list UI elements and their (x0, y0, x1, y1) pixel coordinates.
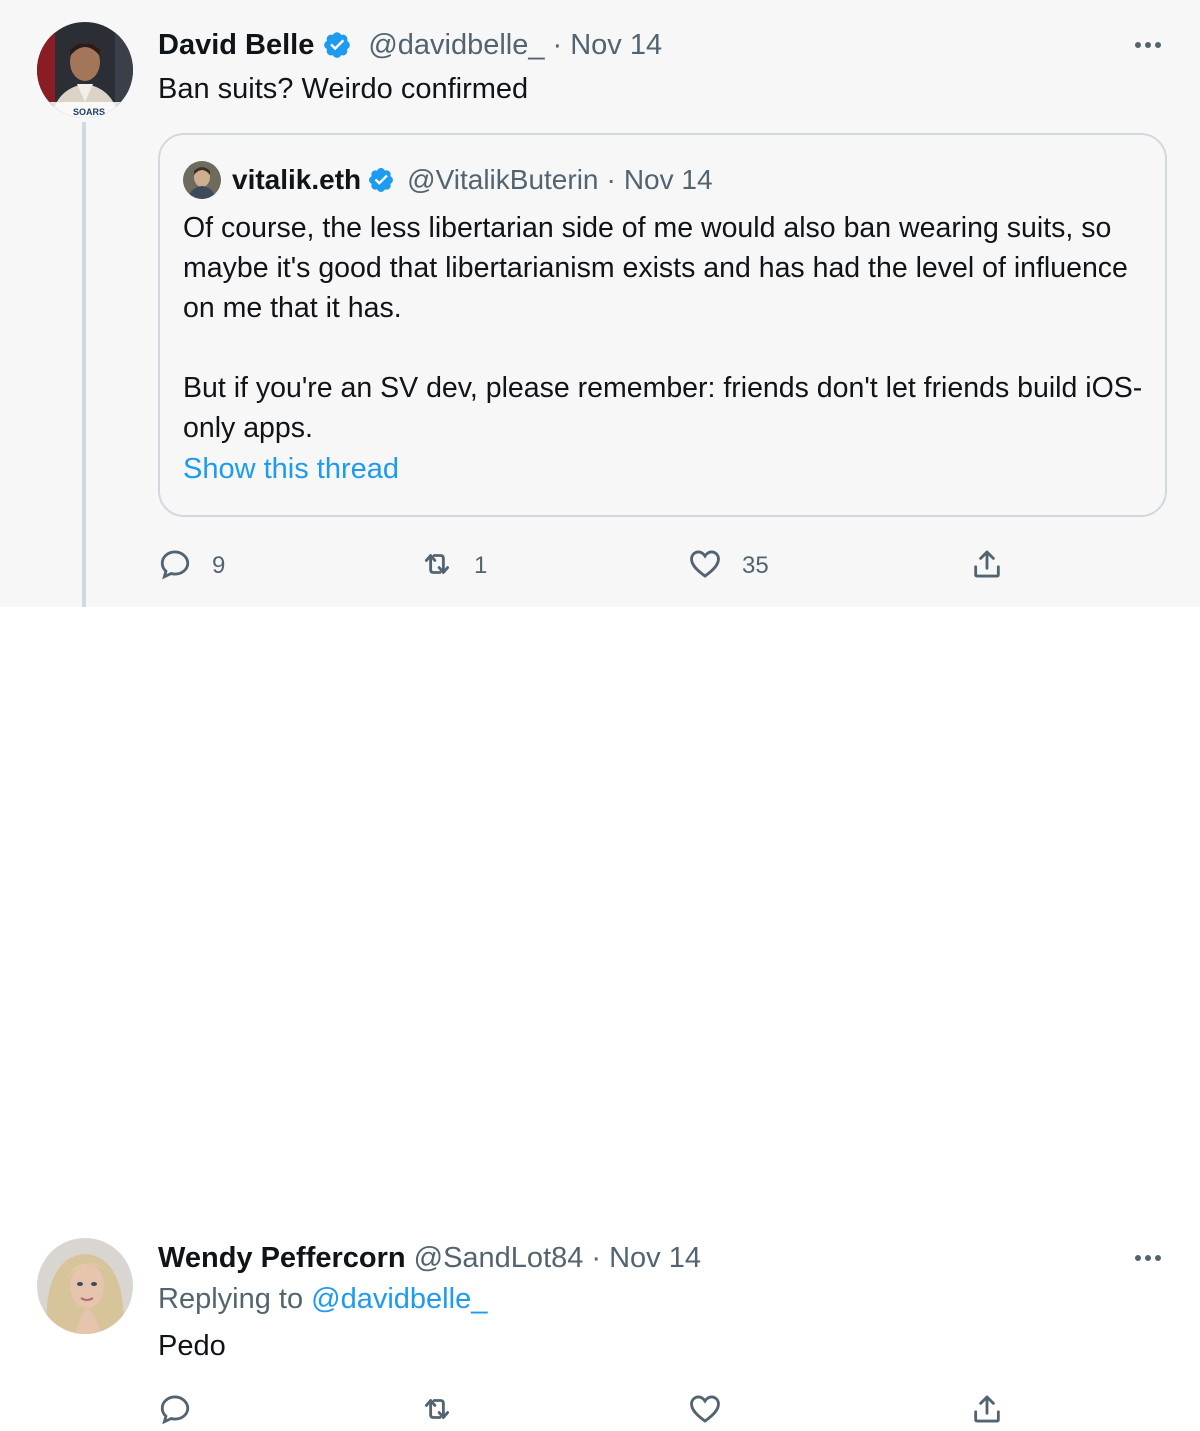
avatar-vitalik[interactable] (183, 161, 221, 199)
separator-dot: · (552, 28, 563, 61)
tweet-date[interactable]: Nov 14 (609, 1242, 701, 1275)
reply-button[interactable]: 9 (158, 546, 225, 586)
show-thread-link[interactable]: Show this thread (183, 453, 399, 486)
retweet-count: 1 (474, 552, 488, 579)
verified-badge-icon (322, 30, 352, 60)
author-name[interactable]: Wendy Peffercorn (158, 1242, 406, 1275)
share-icon (970, 1392, 1004, 1431)
share-icon (970, 547, 1004, 586)
quote-text: Of course, the less libertarian side of … (183, 212, 1143, 444)
replying-to: Replying to @davidbelle_ (158, 1283, 487, 1316)
share-button[interactable] (970, 1391, 1004, 1431)
retweet-button[interactable] (420, 1391, 454, 1431)
quote-date[interactable]: Nov 14 (624, 164, 713, 196)
verified-badge-icon (367, 166, 395, 194)
like-icon (688, 547, 722, 586)
tweet-text: Pedo (158, 1330, 226, 1362)
tweet-date[interactable]: Nov 14 (570, 29, 662, 62)
tweet-david-belle[interactable]: SOARS David Belle @davidbelle_ · Nov 14 … (0, 0, 1200, 622)
separator-dot: · (591, 1241, 602, 1274)
replying-to-mention[interactable]: @davidbelle_ (311, 1283, 487, 1315)
share-button[interactable] (970, 546, 1004, 586)
retweet-icon (420, 1392, 454, 1431)
like-button[interactable]: 35 (688, 546, 769, 586)
avatar-caption: SOARS (73, 107, 105, 117)
retweet-button[interactable]: 1 (420, 546, 487, 586)
quote-author-name[interactable]: vitalik.eth (232, 164, 361, 196)
reply-button[interactable] (158, 1391, 192, 1431)
reply-count: 9 (212, 552, 226, 579)
tweet-wendy-peffercorn[interactable]: Wendy Peffercorn @SandLot84 · Nov 14 Rep… (0, 607, 1200, 1424)
retweet-icon (420, 547, 454, 586)
like-button[interactable] (688, 1391, 722, 1431)
author-name[interactable]: David Belle (158, 29, 314, 62)
author-handle[interactable]: @SandLot84 (414, 1242, 584, 1275)
replying-to-prefix: Replying to (158, 1283, 304, 1315)
thread-connector-line (82, 122, 86, 622)
avatar-david-belle[interactable]: SOARS (37, 22, 133, 118)
reply-icon (158, 1392, 192, 1431)
like-icon (688, 1392, 722, 1431)
tweet-header: Wendy Peffercorn @SandLot84 · Nov 14 (158, 1238, 701, 1278)
quote-header: vitalik.eth @VitalikButerin · Nov 14 (232, 161, 713, 199)
quoted-tweet[interactable]: vitalik.eth @VitalikButerin · Nov 14 Of … (158, 133, 1167, 517)
action-bar: 9 1 35 (158, 546, 1018, 586)
tweet-header: David Belle @davidbelle_ · Nov 14 (158, 25, 662, 65)
author-handle[interactable]: @davidbelle_ (368, 29, 544, 62)
more-icon[interactable] (1130, 27, 1166, 63)
avatar-wendy-peffercorn[interactable] (37, 1238, 133, 1334)
more-icon[interactable] (1130, 1240, 1166, 1276)
separator-dot: · (606, 164, 616, 195)
tweet-text: Ban suits? Weirdo confirmed (158, 73, 529, 105)
like-count: 35 (742, 552, 769, 579)
quote-author-handle[interactable]: @VitalikButerin (407, 164, 598, 196)
reply-icon (158, 547, 192, 586)
action-bar (158, 1391, 1018, 1431)
